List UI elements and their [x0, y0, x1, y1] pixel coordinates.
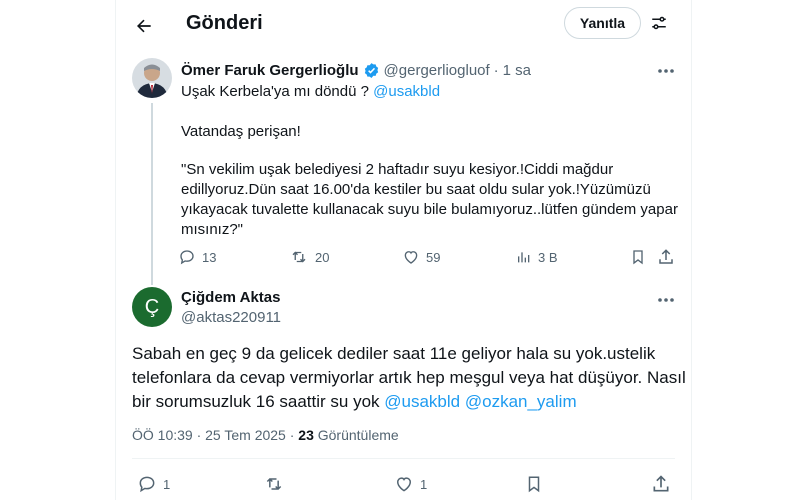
like-count: 59	[426, 249, 441, 265]
quoted-post-line1: Uşak Kerbela'ya mı döndü ? @usakbld	[181, 83, 441, 100]
like-action[interactable]: 1	[394, 474, 427, 494]
views-count: 23	[298, 427, 314, 443]
page-title: Gönderi	[186, 12, 263, 34]
repost-button[interactable]	[262, 472, 286, 496]
heart-icon	[404, 251, 418, 264]
verified-badge-icon	[364, 63, 378, 78]
reply-header-button[interactable]: Yanıtla	[564, 7, 641, 39]
post-time[interactable]: 1 sa	[503, 62, 531, 79]
reply-count: 13	[202, 249, 217, 265]
like-count: 1	[420, 476, 428, 492]
author-name[interactable]: Ömer Faruk Gergerlioğlu	[181, 62, 359, 79]
more-icon	[658, 298, 674, 302]
like-action[interactable]: 59	[402, 248, 440, 266]
post-text: Sabah en geç 9 da gelicek dediler saat 1…	[132, 344, 686, 411]
share-icon	[659, 249, 673, 264]
quoted-post-quote: "Sn vekilim uşak belediyesi 2 haftadır s…	[181, 161, 678, 238]
reply-count: 1	[163, 476, 171, 492]
reply-icon	[180, 250, 194, 265]
quoted-post-header: Ömer Faruk Gergerlioğlu @gergerliogluof …	[181, 62, 531, 79]
mention-link[interactable]: @usakbld	[373, 83, 440, 100]
repost-action[interactable]: 20	[289, 248, 329, 266]
quoted-post-line2: Vatandaş perişan!	[181, 123, 301, 140]
avatar-letter: Ç	[144, 295, 160, 318]
share-icon	[653, 475, 669, 492]
sliders-icon	[652, 16, 666, 30]
bookmark-button[interactable]	[522, 472, 546, 496]
more-icon	[658, 69, 674, 73]
settings-button[interactable]	[646, 10, 672, 36]
repost-icon	[292, 251, 306, 263]
bookmark-icon	[633, 250, 643, 265]
analytics-icon	[518, 252, 530, 263]
avatar[interactable]: Ç	[132, 287, 172, 327]
reply-icon	[139, 476, 155, 493]
views-count: 3 B	[538, 249, 558, 265]
author-handle[interactable]: @aktas220911	[181, 309, 281, 326]
reply-action[interactable]: 13	[178, 248, 216, 266]
mention-link[interactable]: @ozkan_yalim	[465, 392, 577, 411]
share-button[interactable]	[655, 246, 677, 268]
reply-action[interactable]: 1	[137, 474, 170, 494]
thread-line	[151, 103, 153, 285]
author-name[interactable]: Çiğdem Aktas	[181, 289, 280, 306]
bookmark-button[interactable]	[627, 246, 649, 268]
post-meta: ÖÖ 10:39 · 25 Tem 2025 · 23 Görüntüleme	[132, 427, 399, 443]
post-timestamp[interactable]: ÖÖ 10:39 · 25 Tem 2025 ·	[132, 427, 298, 443]
mention-link[interactable]: @usakbld	[384, 392, 460, 411]
heart-icon	[396, 477, 412, 492]
author-handle[interactable]: @gergerliogluof	[384, 62, 490, 79]
divider	[132, 458, 675, 459]
post-column: Gönderi Yanıtla Ömer Faruk Gergerlioğlu …	[115, 0, 692, 500]
avatar[interactable]	[132, 58, 172, 98]
arrow-left-icon	[137, 19, 151, 33]
back-button[interactable]	[128, 10, 160, 42]
views-action[interactable]: 3 B	[516, 248, 558, 266]
repost-count: 20	[315, 249, 330, 265]
share-button[interactable]	[649, 472, 673, 496]
repost-icon	[266, 477, 282, 491]
more-options-button[interactable]	[652, 60, 680, 82]
more-options-button[interactable]	[652, 289, 680, 311]
dot-separator: ·	[493, 62, 499, 79]
bookmark-icon	[528, 476, 540, 493]
